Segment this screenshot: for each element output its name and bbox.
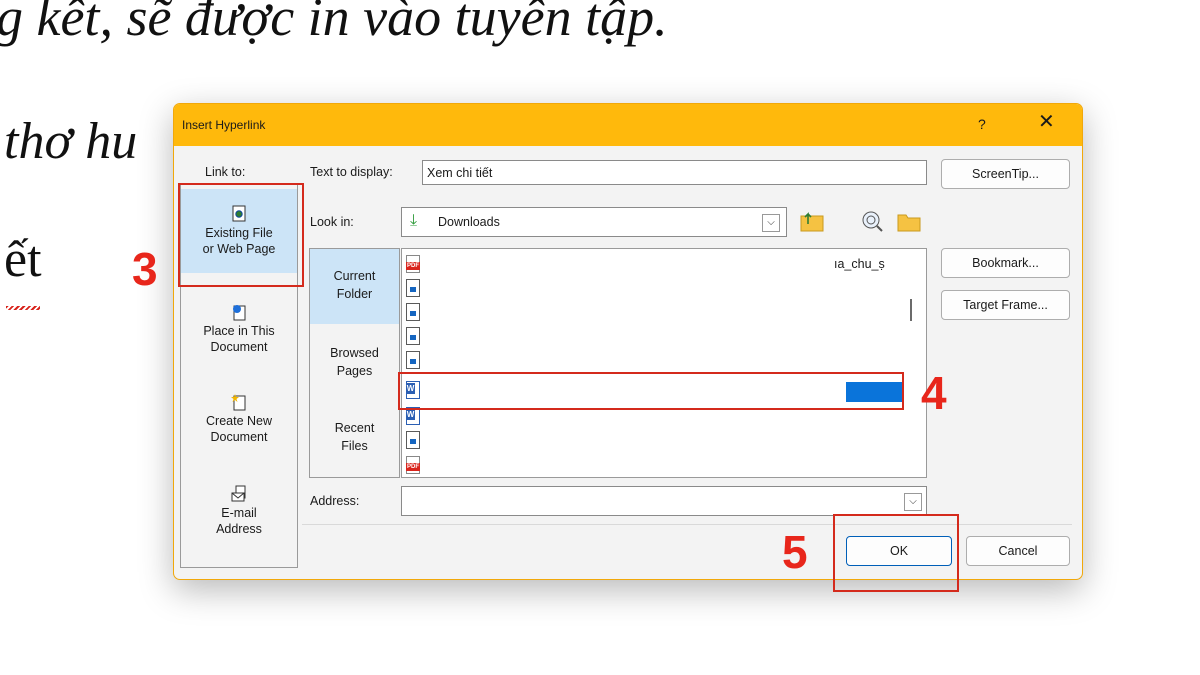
dialog-title: Insert Hyperlink (182, 118, 266, 132)
file-row[interactable]: PDF ıa_chu_ṣ (402, 253, 902, 275)
screentip-button[interactable]: ScreenTip... (941, 159, 1070, 189)
document-text-line-3: ết (4, 231, 42, 288)
address-input[interactable]: ⌵ (401, 486, 927, 516)
nav-browsed-pages[interactable]: Browsed Pages (310, 344, 399, 380)
file-row[interactable] (402, 277, 902, 299)
file-row[interactable] (402, 301, 902, 323)
link-place-label-a: Place in This (203, 324, 275, 338)
pdf-file-icon: PDF (406, 255, 420, 273)
text-to-display-label: Text to display: (310, 165, 393, 179)
look-in-dropdown[interactable]: ⤓ Downloads ⌵ (401, 207, 787, 237)
spellcheck-underline (6, 306, 40, 310)
link-place-in-document[interactable]: Place in This Document (181, 303, 297, 355)
file-name: ıa_chu_ṣ (834, 257, 885, 271)
file-list: PDF ıa_chu_ṣ W W PDF (401, 248, 927, 478)
nav-recent-label-b: Files (341, 439, 368, 453)
download-arrow-icon: ⤓ (410, 212, 418, 229)
help-button[interactable]: ? (978, 116, 986, 132)
annotation-box-ok (833, 514, 959, 592)
nav-recent-files[interactable]: Recent Files (310, 419, 399, 455)
file-row[interactable]: PDF (402, 454, 902, 476)
dialog-titlebar: Insert Hyperlink ? ✕ (174, 104, 1082, 146)
look-in-value: Downloads (438, 215, 500, 229)
file-row[interactable] (402, 325, 902, 347)
document-text-line-2: thơ hu (4, 113, 138, 170)
link-email-label-b: Address (216, 522, 262, 536)
file-row[interactable] (402, 349, 902, 371)
browse-web-icon[interactable] (859, 208, 885, 234)
insert-hyperlink-dialog: Insert Hyperlink ? ✕ Link to: Existing F… (173, 103, 1083, 580)
pdf-file-icon: PDF (406, 456, 420, 474)
document-file-icon (406, 327, 420, 345)
link-email-address[interactable]: E-mail Address (181, 485, 297, 537)
target-frame-button[interactable]: Target Frame... (941, 290, 1070, 320)
annotation-box-selected-file (398, 372, 904, 410)
link-to-label: Link to: (205, 165, 246, 179)
annotation-step-4: 4 (921, 367, 947, 419)
link-place-label-b: Document (210, 340, 268, 354)
nav-current-label-b: Folder (336, 287, 373, 301)
close-button[interactable]: ✕ (1038, 112, 1055, 132)
nav-browsed-label-a: Browsed (330, 346, 379, 360)
up-one-folder-icon[interactable] (799, 208, 825, 234)
annotation-step-3: 3 (132, 243, 158, 295)
scrollbar-thumb[interactable] (910, 299, 912, 321)
create-new-document-icon (231, 393, 247, 411)
address-label: Address: (310, 494, 360, 508)
document-file-icon (406, 431, 420, 449)
link-email-label-a: E-mail (221, 506, 257, 520)
annotation-box-existing-file (178, 183, 304, 287)
text-to-display-input[interactable] (422, 160, 927, 185)
place-in-document-icon (231, 303, 247, 321)
link-create-label-a: Create New (206, 414, 272, 428)
email-address-icon (231, 485, 247, 503)
cancel-button[interactable]: Cancel (966, 536, 1070, 566)
nav-current-folder[interactable]: Current Folder (310, 249, 399, 324)
look-in-label: Look in: (310, 215, 354, 229)
chevron-down-icon[interactable]: ⌵ (904, 493, 922, 511)
link-create-label-b: Document (210, 430, 268, 444)
file-source-nav: Current Folder Browsed Pages Recent File… (309, 248, 400, 478)
document-file-icon (406, 351, 420, 369)
chevron-down-icon[interactable]: ⌵ (762, 214, 780, 232)
browse-file-icon[interactable] (896, 208, 922, 234)
file-row[interactable] (402, 429, 902, 451)
link-create-new-document[interactable]: Create New Document (181, 393, 297, 445)
bookmark-button[interactable]: Bookmark... (941, 248, 1070, 278)
nav-browsed-label-b: Pages (336, 364, 373, 378)
document-file-icon (406, 279, 420, 297)
document-text-line-1: g kêt, sẽ được in vào tuyên tập. (0, 0, 668, 47)
nav-recent-label-a: Recent (334, 421, 375, 435)
document-file-icon (406, 303, 420, 321)
annotation-step-5: 5 (782, 526, 808, 578)
nav-current-label-a: Current (333, 269, 376, 283)
